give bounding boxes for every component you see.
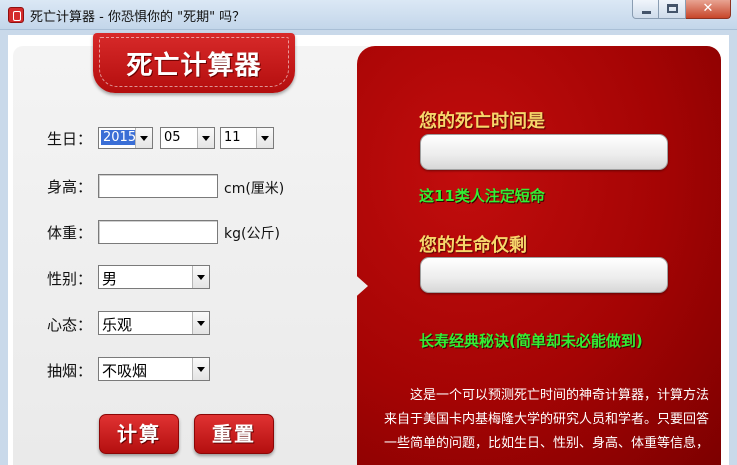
birth-year-select[interactable]: 2015 (98, 127, 153, 149)
title-bar[interactable]: 死亡计算器 - 你恐惧你的 "死期" 吗？ ✕ (0, 0, 737, 30)
description-line: 一些简单的问题，比如生日、性别、身高、体重等信息， (384, 436, 710, 451)
description-line: 来自于美国卡内基梅隆大学的研究人员和学者。只要回答 (384, 412, 710, 427)
birth-month-select[interactable]: 05 (160, 127, 215, 149)
death-time-label: 您的死亡时间是 (419, 111, 545, 132)
longevity-secret-link[interactable]: 长寿经典秘诀(简单却未必能做到) (419, 330, 643, 351)
death-time-output (420, 134, 668, 170)
birthday-label: 生日： (47, 130, 93, 148)
smoking-label: 抽烟： (47, 362, 93, 380)
doomed-people-link[interactable]: 这11类人注定短命 (419, 185, 545, 206)
gender-value: 男 (102, 270, 118, 288)
maximize-icon (667, 4, 678, 13)
weight-label: 体重： (47, 224, 93, 242)
height-label: 身高： (47, 178, 93, 196)
smoking-value: 不吸烟 (102, 362, 148, 380)
birth-year-value: 2015 (101, 130, 139, 145)
window-title: 死亡计算器 - 你恐惧你的 "死期" 吗？ (30, 10, 246, 25)
minimize-button[interactable] (632, 0, 659, 19)
chevron-down-icon[interactable] (256, 128, 273, 148)
remaining-life-output (420, 257, 668, 293)
weight-input[interactable] (98, 220, 218, 244)
chevron-down-icon[interactable] (192, 312, 209, 334)
chevron-down-icon[interactable] (197, 128, 214, 148)
mood-select[interactable]: 乐观 (98, 311, 210, 335)
birth-month-value: 05 (164, 130, 181, 145)
birth-day-value: 11 (224, 130, 241, 145)
mood-label: 心态： (47, 316, 93, 334)
height-unit: cm(厘米) (224, 181, 285, 197)
reset-button[interactable]: 重置 (194, 414, 274, 454)
height-input[interactable] (98, 174, 218, 198)
calculate-button[interactable]: 计算 (99, 414, 179, 454)
minimize-icon (642, 11, 651, 14)
app-logo-text: 死亡计算器 (126, 51, 262, 81)
gender-label: 性别： (47, 270, 93, 288)
window-controls: ✕ (632, 0, 731, 20)
maximize-button[interactable] (659, 0, 686, 19)
remaining-life-label: 您的生命仅剩 (419, 235, 527, 256)
app-icon (8, 7, 24, 23)
close-button[interactable]: ✕ (686, 0, 731, 19)
header-badge: 死亡计算器 (93, 33, 295, 93)
close-icon: ✕ (702, 1, 714, 16)
birth-day-select[interactable]: 11 (220, 127, 274, 149)
weight-unit: kg(公斤) (224, 226, 280, 242)
mood-value: 乐观 (102, 316, 133, 334)
panel-pointer (350, 270, 368, 302)
chevron-down-icon[interactable] (192, 358, 209, 380)
description-text: 这是一个可以预测死亡时间的神奇计算器，计算方法 来自于美国卡内基梅隆大学的研究人… (384, 384, 714, 456)
chevron-down-icon[interactable] (192, 266, 209, 288)
chevron-down-icon[interactable] (135, 128, 152, 148)
description-line: 这是一个可以预测死亡时间的神奇计算器，计算方法 (410, 388, 710, 403)
smoking-select[interactable]: 不吸烟 (98, 357, 210, 381)
input-panel (13, 46, 381, 465)
gender-select[interactable]: 男 (98, 265, 210, 289)
